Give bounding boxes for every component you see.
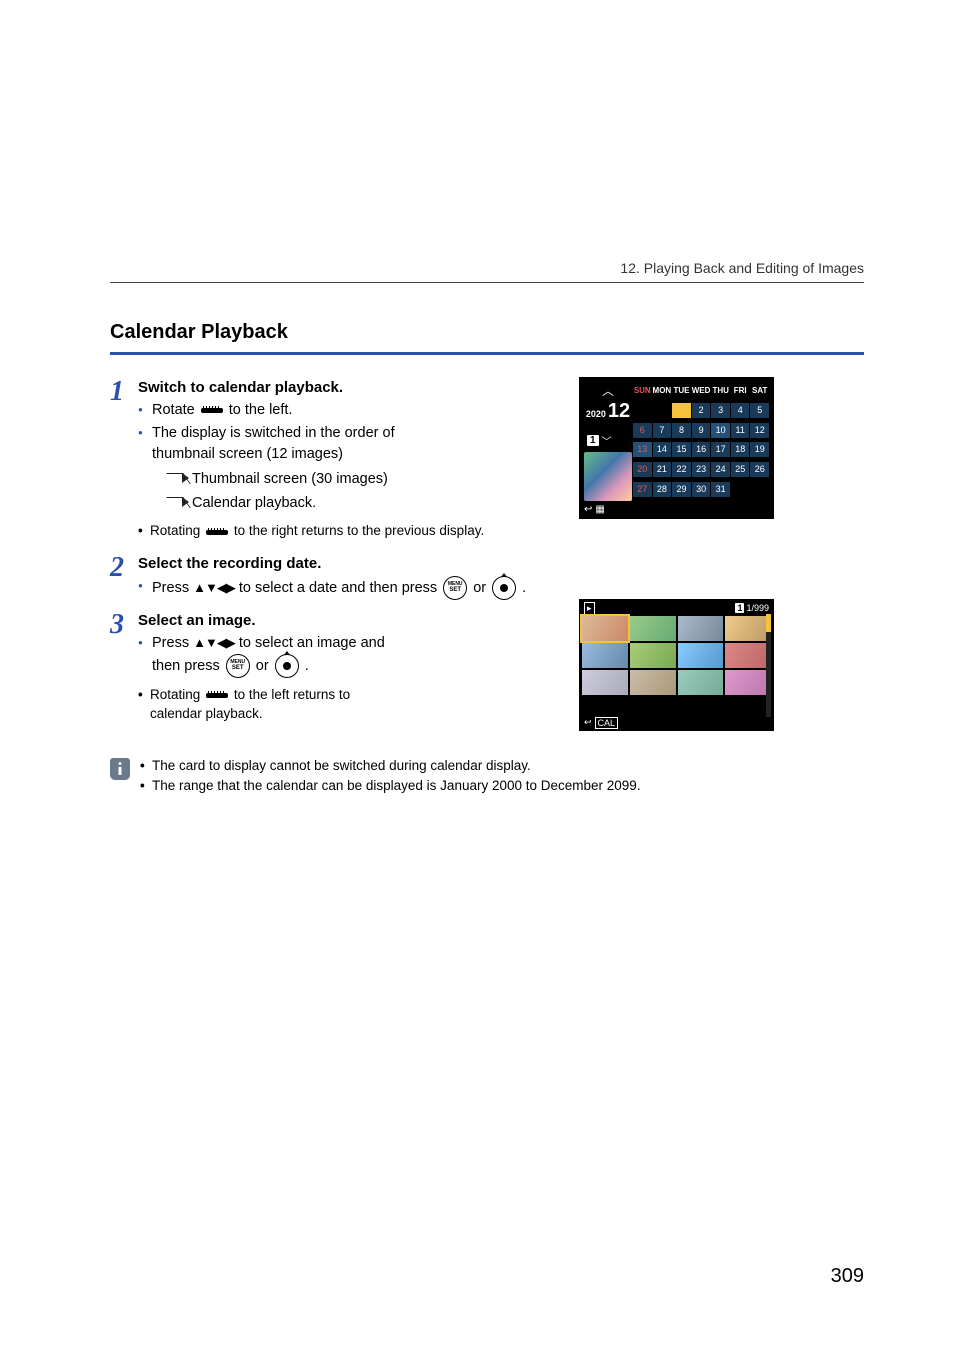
sequence-item: Thumbnail screen (30 images): [170, 469, 398, 490]
thumbnail: [725, 670, 771, 695]
card-slot-icon: 1: [587, 435, 599, 446]
divider: [110, 282, 864, 283]
rear-dial-icon: [201, 405, 223, 415]
instruction-text: Press ▲▼◀▶ to select an image and then p…: [138, 633, 398, 678]
sequence-item: Calendar playback.: [170, 493, 398, 514]
thumbnail: [678, 670, 724, 695]
selected-date-thumbnail: [584, 452, 632, 501]
weekday-header: FRI: [731, 383, 750, 398]
menu-set-icon: MENUSET: [226, 654, 250, 678]
weekday-header: SUN: [633, 383, 652, 398]
section-title: Calendar Playback: [110, 321, 864, 344]
weekday-header: WED: [692, 383, 711, 398]
note-text: Rotating to the left returns to calendar…: [138, 686, 398, 724]
dpad-icon: ▲▼◀▶: [193, 579, 235, 598]
rear-dial-icon: [206, 690, 228, 700]
calendar-day: 29: [672, 482, 691, 497]
weekday-header: THU: [711, 383, 730, 398]
section-divider: [110, 352, 864, 355]
joystick-icon: [275, 654, 299, 678]
calendar-grid: SUN MON TUE WED THU FRI SAT 1 2 3 4 5 6: [633, 383, 769, 501]
thumbnail: [630, 643, 676, 668]
instruction-text: The display is switched in the order of …: [138, 423, 398, 514]
weekday-header: TUE: [672, 383, 691, 398]
thumbnail: [582, 643, 628, 668]
calendar-day-selected: 1: [672, 403, 691, 418]
thumbnail: [630, 616, 676, 641]
weekday-header: MON: [653, 383, 672, 398]
thumbnail: [582, 616, 628, 641]
calendar-day: 31: [711, 482, 730, 497]
info-item: The card to display cannot be switched d…: [140, 756, 641, 776]
calendar-day: 27: [633, 482, 652, 497]
step-heading: Select the recording date.: [138, 555, 864, 572]
scrollbar: [766, 614, 771, 717]
calendar-day: 26: [750, 462, 769, 477]
calendar-day: 7: [653, 423, 672, 438]
thumbnail: [630, 670, 676, 695]
calendar-day: 15: [672, 442, 691, 457]
return-icon: ↩: [584, 504, 592, 515]
instruction-text: Press ▲▼◀▶ to select a date and then pre…: [138, 576, 864, 600]
calendar-day: 19: [750, 442, 769, 457]
step-number: 3: [110, 610, 138, 734]
thumbnail: [725, 616, 771, 641]
note-text: Rotating to the right returns to the pre…: [138, 522, 864, 541]
calendar-day: 2: [692, 403, 711, 418]
instruction-text: Rotate to the left.: [138, 400, 398, 421]
calendar-year: 2020: [586, 409, 606, 419]
calendar-day: 17: [711, 442, 730, 457]
thumbnail-grid-screenshot: ▸ 11/999 ↩CAL: [579, 599, 774, 731]
page-number: 309: [831, 1265, 864, 1288]
info-note: The card to display cannot be switched d…: [110, 756, 864, 797]
calendar-month: 12: [608, 400, 630, 423]
chevron-up-icon: ︿: [584, 383, 632, 398]
return-icon: ↩: [584, 717, 592, 729]
calendar-day: 12: [750, 423, 769, 438]
calendar-day: 5: [750, 403, 769, 418]
info-icon: [110, 758, 130, 780]
weekday-header: SAT: [750, 383, 769, 398]
dpad-icon: ▲▼◀▶: [193, 634, 235, 653]
calendar-day: 3: [711, 403, 730, 418]
calendar-day: 25: [731, 462, 750, 477]
calendar-screenshot: ︿ 2020 12 1 ﹀ SUN MON TUE WED: [579, 377, 774, 519]
calendar-day-today: 13: [633, 442, 652, 457]
calendar-day: 24: [711, 462, 730, 477]
info-item: The range that the calendar can be displ…: [140, 776, 641, 796]
calendar-day: 4: [731, 403, 750, 418]
calendar-day: 21: [653, 462, 672, 477]
calendar-day: 14: [653, 442, 672, 457]
menu-set-icon: MENUSET: [443, 576, 467, 600]
grid-icon: ▦: [595, 504, 604, 515]
calendar-day: 10: [711, 423, 730, 438]
calendar-day: 18: [731, 442, 750, 457]
playback-icon: ▸: [584, 602, 595, 615]
chevron-down-icon: ﹀: [602, 433, 612, 448]
thumbnail: [725, 643, 771, 668]
calendar-day: 9: [692, 423, 711, 438]
calendar-day: 22: [672, 462, 691, 477]
cal-label: CAL: [595, 717, 619, 729]
thumbnail: [678, 643, 724, 668]
card-slot-icon: 1: [735, 603, 744, 613]
calendar-day: 11: [731, 423, 750, 438]
calendar-day: 30: [692, 482, 711, 497]
step-number: 1: [110, 377, 138, 551]
calendar-day: 23: [692, 462, 711, 477]
step-number: 2: [110, 553, 138, 608]
calendar-day: 16: [692, 442, 711, 457]
calendar-day: 20: [633, 462, 652, 477]
chapter-header: 12. Playing Back and Editing of Images: [110, 260, 864, 276]
calendar-day: 6: [633, 423, 652, 438]
image-counter: 1/999: [746, 603, 769, 613]
calendar-day: 8: [672, 423, 691, 438]
rear-dial-icon: [206, 527, 228, 537]
joystick-icon: [492, 576, 516, 600]
thumbnail: [678, 616, 724, 641]
calendar-day: 28: [653, 482, 672, 497]
thumbnail: [582, 670, 628, 695]
